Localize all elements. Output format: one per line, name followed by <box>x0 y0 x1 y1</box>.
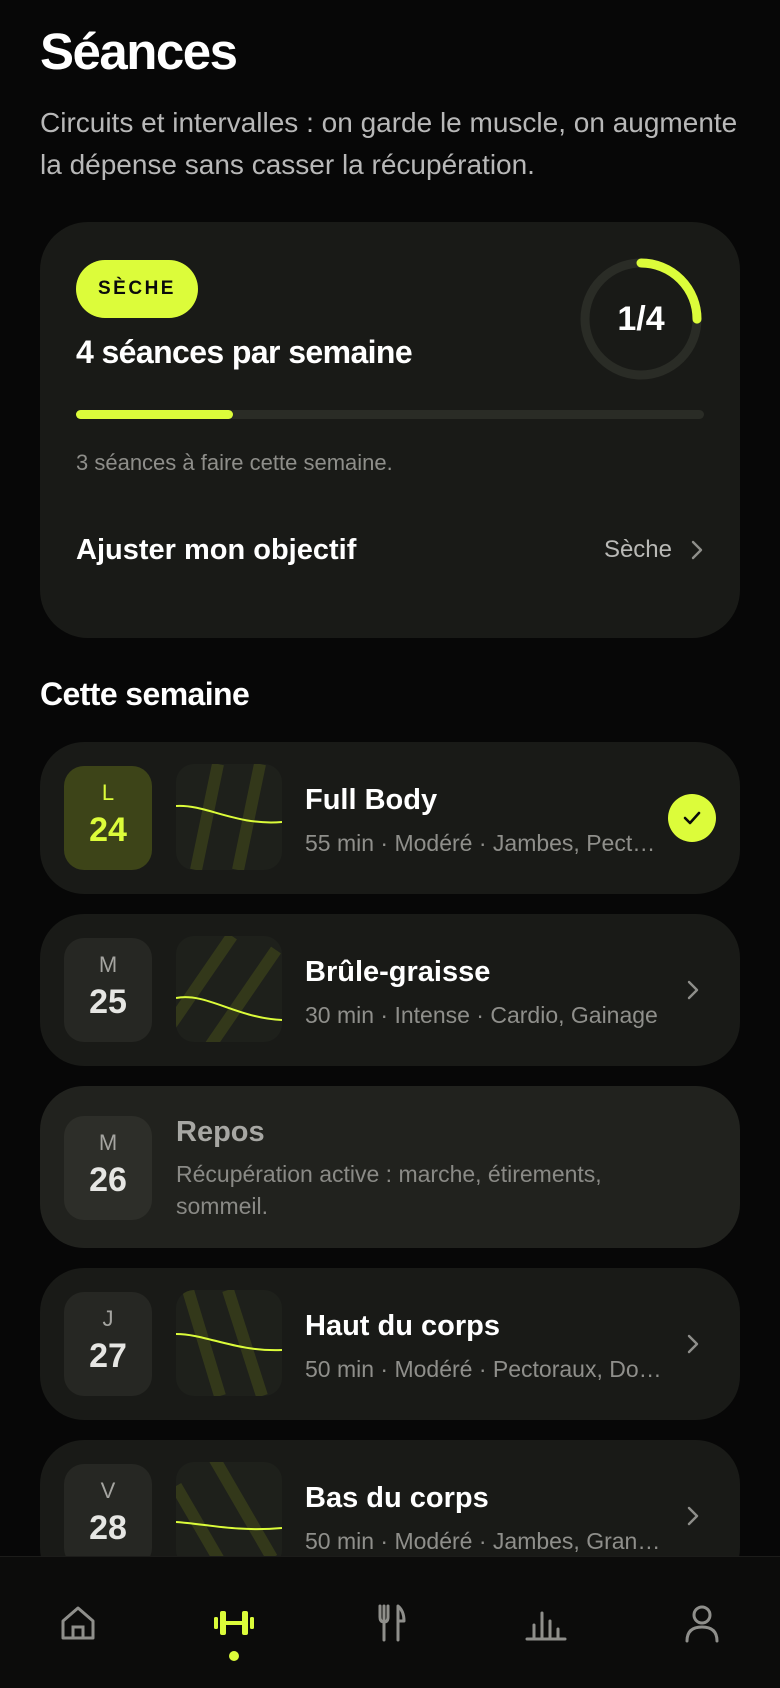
session-meta: 30 min · Intense · Cardio, Gainage <box>305 1002 658 1028</box>
bottom-nav <box>0 1556 780 1688</box>
session-day-letter: M <box>98 1130 118 1155</box>
stats-icon <box>525 1611 567 1641</box>
session-day-number: 24 <box>89 811 127 849</box>
session-day-number: 28 <box>89 1509 127 1547</box>
session-card-brule-graisse[interactable]: M 25 Brûle-graisse 30 min · Intense · Ca… <box>40 914 740 1066</box>
nav-active-indicator <box>229 1651 239 1661</box>
nav-home[interactable] <box>48 1593 108 1653</box>
home-icon <box>61 1606 95 1640</box>
nav-stats[interactable] <box>516 1593 576 1653</box>
session-day-number: 27 <box>89 1337 127 1375</box>
session-day-number: 26 <box>89 1161 127 1199</box>
page-subtitle: Circuits et intervalles : on garde le mu… <box>40 107 738 180</box>
session-title: Brûle-graisse <box>305 956 491 988</box>
chevron-right-icon <box>687 980 699 1000</box>
adjust-goal-value: Sèche <box>603 536 672 563</box>
nav-workouts[interactable] <box>204 1593 264 1653</box>
session-thumbnail <box>176 936 282 1042</box>
chevron-right-icon <box>691 540 703 560</box>
goal-progress-bar <box>76 410 704 419</box>
profile-icon <box>685 1605 719 1643</box>
session-day: J 27 <box>64 1292 152 1396</box>
session-meta: 50 min · Modéré · Jambes, Grand fessier <box>305 1528 665 1554</box>
session-day: L 24 <box>64 766 152 870</box>
adjust-goal-button[interactable]: Ajuster mon objectif Sèche <box>76 522 704 578</box>
session-day-letter: V <box>100 1478 116 1503</box>
nav-nutrition[interactable] <box>360 1593 420 1653</box>
session-done-check-icon <box>668 794 716 842</box>
session-thumbnail <box>176 1462 282 1568</box>
section-title-week: Cette semaine <box>40 676 250 712</box>
chevron-right-icon <box>687 1506 699 1526</box>
session-day-letter: L <box>101 780 115 805</box>
goal-progress-fill <box>76 410 233 419</box>
session-day-number: 25 <box>89 983 127 1021</box>
fork-knife-icon <box>378 1604 406 1642</box>
goal-title: 4 séances par semaine <box>76 334 413 370</box>
goal-ring-label: 1/4 <box>617 299 665 338</box>
session-thumbnail <box>176 764 282 870</box>
rest-day-card: M 26 Repos Récupération active : marche,… <box>40 1086 740 1248</box>
session-title: Haut du corps <box>305 1310 500 1342</box>
rest-description: Récupération active : marche, étirements… <box>176 1161 602 1219</box>
session-day: M 25 <box>64 938 152 1042</box>
session-thumbnail <box>176 1290 282 1396</box>
session-card-full-body[interactable]: L 24 Full Body 55 min · Modéré · Jambes,… <box>40 742 740 894</box>
session-day-letter: M <box>98 952 118 977</box>
page-title: Séances <box>40 23 238 80</box>
session-day: M 26 <box>64 1116 152 1220</box>
session-meta: 55 min · Modéré · Jambes, Pectoraux, Dos <box>305 830 665 856</box>
weekly-goal-card: SÈCHE 4 séances par semaine 1/4 3 séance… <box>40 222 740 638</box>
session-day: V 28 <box>64 1464 152 1568</box>
rest-title: Repos <box>176 1116 265 1148</box>
session-title: Bas du corps <box>305 1482 489 1514</box>
adjust-goal-label: Ajuster mon objectif <box>76 533 357 566</box>
goal-remaining-text: 3 séances à faire cette semaine. <box>76 450 393 475</box>
dumbbell-icon <box>214 1611 254 1635</box>
nav-profile[interactable] <box>672 1593 732 1653</box>
session-card-haut-du-corps[interactable]: J 27 Haut du corps 50 min · Modéré · Pec… <box>40 1268 740 1420</box>
chevron-right-icon <box>687 1334 699 1354</box>
session-meta: 50 min · Modéré · Pectoraux, Dos, Épaule… <box>305 1356 665 1382</box>
session-day-letter: J <box>102 1306 114 1331</box>
goal-badge: SÈCHE <box>76 260 198 318</box>
session-title: Full Body <box>305 784 438 816</box>
